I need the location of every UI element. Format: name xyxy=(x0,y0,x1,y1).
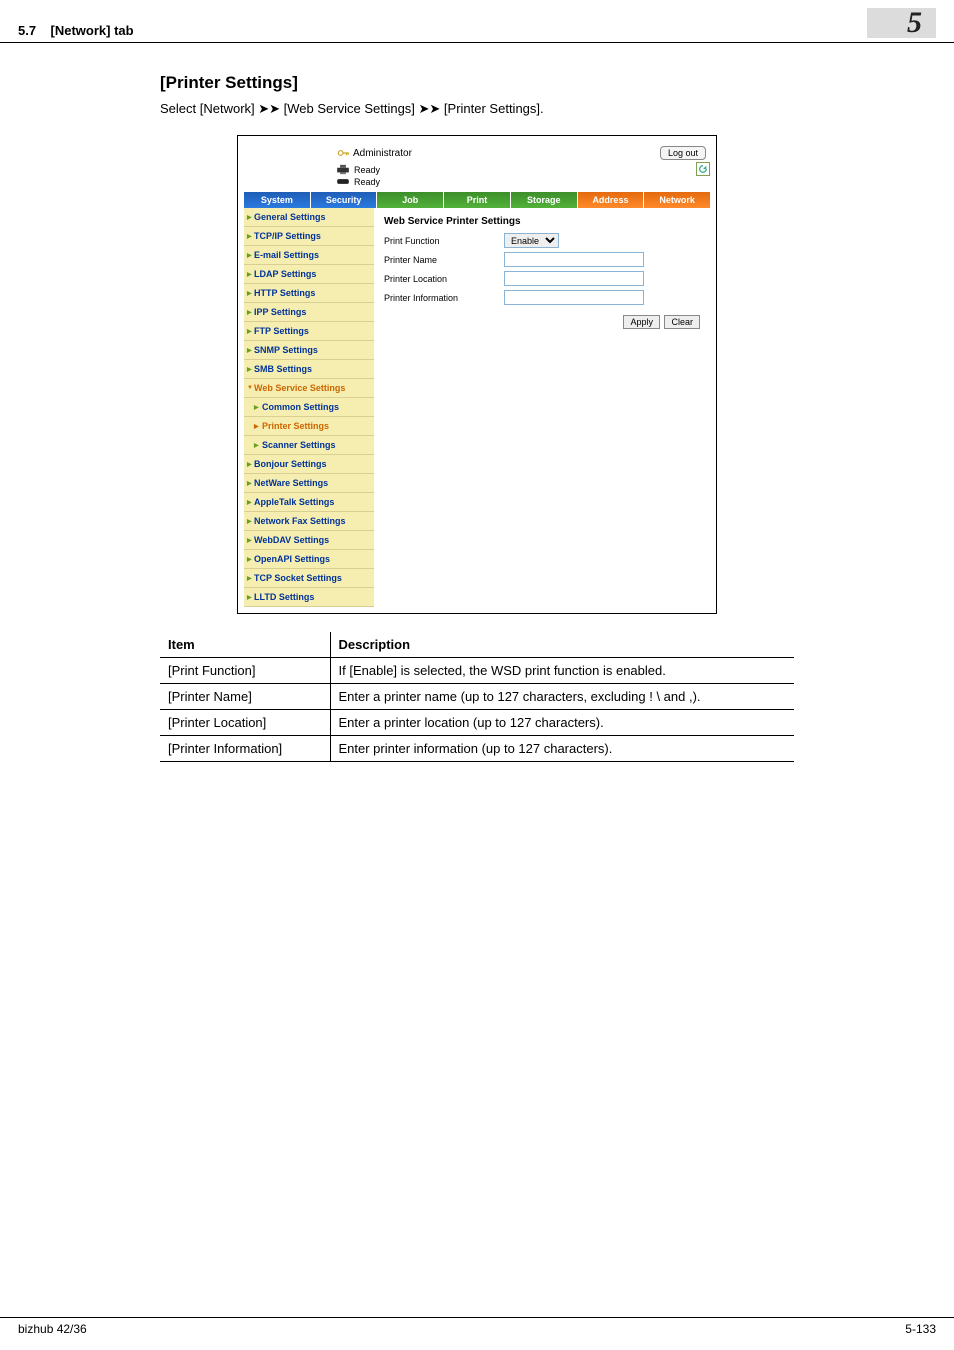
sidebar: General Settings TCP/IP Settings E-mail … xyxy=(244,208,374,607)
page-title: [Printer Settings] xyxy=(160,73,794,93)
row-printer-information: Printer Information xyxy=(384,290,700,305)
tab-job[interactable]: Job xyxy=(376,192,443,208)
app-body: General Settings TCP/IP Settings E-mail … xyxy=(244,208,710,607)
sidebar-item-tcpip[interactable]: TCP/IP Settings xyxy=(244,227,374,246)
toner-icon xyxy=(336,176,350,187)
pane-title: Web Service Printer Settings xyxy=(384,216,700,227)
cell-desc: Enter printer information (up to 127 cha… xyxy=(330,736,794,762)
tab-storage[interactable]: Storage xyxy=(510,192,577,208)
cell-desc: Enter a printer location (up to 127 char… xyxy=(330,710,794,736)
row-print-function: Print Function Enable xyxy=(384,233,700,248)
toner-status-text: Ready xyxy=(354,177,380,187)
sidebar-sub-scanner[interactable]: Scanner Settings xyxy=(244,436,374,455)
label-printer-location: Printer Location xyxy=(384,274,504,284)
webapp-frame: Administrator Log out Ready Ready System… xyxy=(237,135,717,614)
cell-item: [Print Function] xyxy=(160,658,330,684)
sidebar-item-email[interactable]: E-mail Settings xyxy=(244,246,374,265)
table-row: [Printer Location] Enter a printer locat… xyxy=(160,710,794,736)
sidebar-item-appletalk[interactable]: AppleTalk Settings xyxy=(244,493,374,512)
sidebar-item-tcpsocket[interactable]: TCP Socket Settings xyxy=(244,569,374,588)
sidebar-sub-printer[interactable]: Printer Settings xyxy=(244,417,374,436)
sidebar-item-networkfax[interactable]: Network Fax Settings xyxy=(244,512,374,531)
col-item: Item xyxy=(160,632,330,658)
section-number: 5.7 xyxy=(18,23,36,38)
sidebar-item-netware[interactable]: NetWare Settings xyxy=(244,474,374,493)
sidebar-item-general[interactable]: General Settings xyxy=(244,208,374,227)
footer-page-num: 5-133 xyxy=(905,1322,936,1336)
cell-desc: If [Enable] is selected, the WSD print f… xyxy=(330,658,794,684)
cell-desc: Enter a printer name (up to 127 characte… xyxy=(330,684,794,710)
chapter-badge: 5 xyxy=(867,8,936,38)
tab-system[interactable]: System xyxy=(244,192,310,208)
status-block: Ready Ready xyxy=(244,162,710,192)
tab-strip: System Security Job Print Storage Addres… xyxy=(244,192,710,208)
table-row: [Printer Information] Enter printer info… xyxy=(160,736,794,762)
row-printer-location: Printer Location xyxy=(384,271,700,286)
button-row: Apply Clear xyxy=(384,315,700,329)
sidebar-item-ldap[interactable]: LDAP Settings xyxy=(244,265,374,284)
label-printer-information: Printer Information xyxy=(384,293,504,303)
cell-item: [Printer Name] xyxy=(160,684,330,710)
sidebar-item-snmp[interactable]: SNMP Settings xyxy=(244,341,374,360)
select-print-function[interactable]: Enable xyxy=(504,233,559,248)
sidebar-item-webdav[interactable]: WebDAV Settings xyxy=(244,531,374,550)
sidebar-item-ftp[interactable]: FTP Settings xyxy=(244,322,374,341)
clear-button[interactable]: Clear xyxy=(664,315,700,329)
sidebar-item-openapi[interactable]: OpenAPI Settings xyxy=(244,550,374,569)
table-row: [Print Function] If [Enable] is selected… xyxy=(160,658,794,684)
admin-text: Administrator xyxy=(353,148,412,159)
row-printer-name: Printer Name xyxy=(384,252,700,267)
sidebar-item-webservice[interactable]: Web Service Settings xyxy=(244,379,374,398)
col-desc: Description xyxy=(330,632,794,658)
printer-icon xyxy=(336,164,350,175)
input-printer-name[interactable] xyxy=(504,252,644,267)
toner-status: Ready xyxy=(336,176,696,187)
admin-indicator: Administrator xyxy=(336,146,412,160)
sidebar-item-bonjour[interactable]: Bonjour Settings xyxy=(244,455,374,474)
main-pane: Web Service Printer Settings Print Funct… xyxy=(374,208,710,607)
tab-security[interactable]: Security xyxy=(310,192,377,208)
section-ref: 5.7 [Network] tab xyxy=(18,23,134,38)
key-icon xyxy=(336,146,350,160)
section-title-small: [Network] tab xyxy=(51,23,134,38)
description-table: Item Description [Print Function] If [En… xyxy=(160,632,794,762)
label-print-function: Print Function xyxy=(384,236,504,246)
cell-item: [Printer Information] xyxy=(160,736,330,762)
page-header: 5.7 [Network] tab 5 xyxy=(0,0,954,43)
input-printer-information[interactable] xyxy=(504,290,644,305)
printer-status-text: Ready xyxy=(354,165,380,175)
sidebar-item-smb[interactable]: SMB Settings xyxy=(244,360,374,379)
topbar: Administrator Log out xyxy=(244,142,710,162)
tab-print[interactable]: Print xyxy=(443,192,510,208)
footer-model: bizhub 42/36 xyxy=(18,1322,87,1336)
tab-network[interactable]: Network xyxy=(643,192,710,208)
apply-button[interactable]: Apply xyxy=(623,315,660,329)
page-footer: bizhub 42/36 5-133 xyxy=(0,1317,954,1336)
sidebar-item-lltd[interactable]: LLTD Settings xyxy=(244,588,374,607)
cell-item: [Printer Location] xyxy=(160,710,330,736)
sidebar-item-http[interactable]: HTTP Settings xyxy=(244,284,374,303)
instruction-text: Select [Network] ➤➤ [Web Service Setting… xyxy=(160,101,794,117)
input-printer-location[interactable] xyxy=(504,271,644,286)
sidebar-item-ipp[interactable]: IPP Settings xyxy=(244,303,374,322)
printer-status: Ready xyxy=(336,164,696,175)
logout-button[interactable]: Log out xyxy=(660,146,706,160)
table-row: [Printer Name] Enter a printer name (up … xyxy=(160,684,794,710)
tab-address[interactable]: Address xyxy=(577,192,644,208)
sidebar-sub-common[interactable]: Common Settings xyxy=(244,398,374,417)
refresh-icon[interactable] xyxy=(696,162,710,176)
label-printer-name: Printer Name xyxy=(384,255,504,265)
